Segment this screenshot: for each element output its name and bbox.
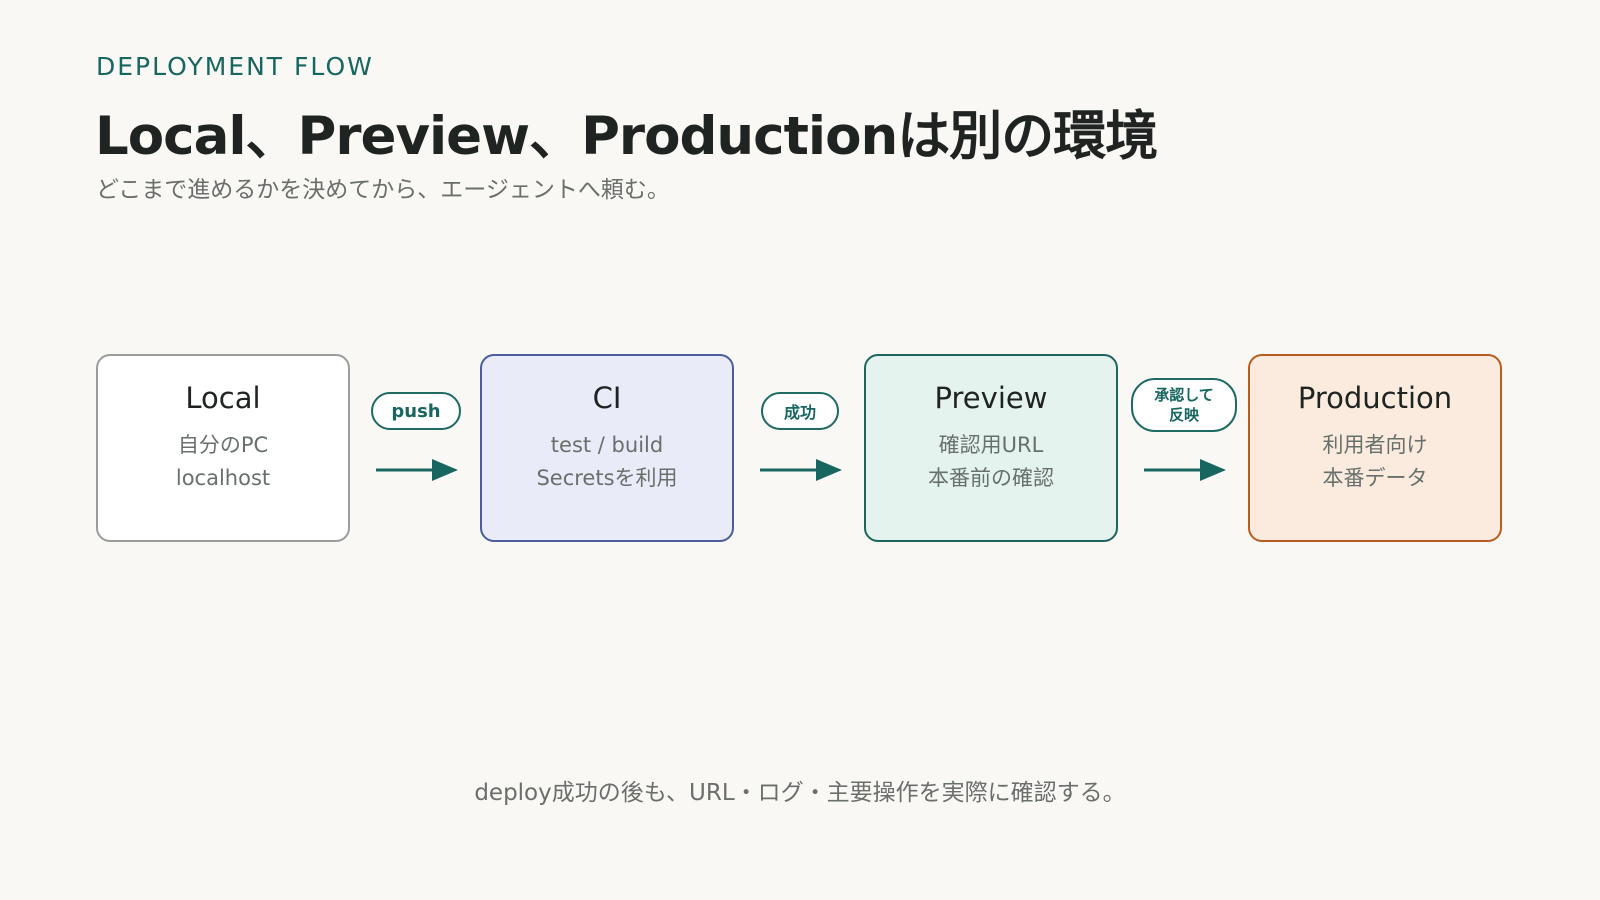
stage-title: CI <box>592 381 622 415</box>
transition-label-approve: 承認して 反映 <box>1131 378 1237 432</box>
stage-title: Local <box>185 381 261 415</box>
stage-detail-line: Secretsを利用 <box>536 466 678 490</box>
arrow-right-icon <box>376 459 458 481</box>
stage-production-box: Production 利用者向け 本番データ <box>1248 354 1502 542</box>
arrow-right-icon <box>760 459 842 481</box>
stage-detail-line: localhost <box>175 466 271 490</box>
stage-detail-line: 利用者向け <box>1322 433 1428 457</box>
transition-label-push: push <box>371 392 461 430</box>
stage-detail-line: 自分のPC <box>177 433 269 457</box>
arrow-right-icon <box>1144 459 1226 481</box>
stage-detail-line: 本番データ <box>1322 466 1428 490</box>
stage-detail-line: test / build <box>550 433 664 457</box>
stage-ci-box: CI test / build Secretsを利用 <box>480 354 734 542</box>
stage-title: Production <box>1297 381 1453 415</box>
stage-preview-box: Preview 確認用URL 本番前の確認 <box>864 354 1118 542</box>
stage-detail-line: 本番前の確認 <box>928 466 1054 490</box>
stage-title: Preview <box>934 381 1048 415</box>
deployment-flow-slide: DEPLOYMENT FLOW Local、Preview、Production… <box>0 0 1600 900</box>
footer-note: deploy成功の後も、URL・ログ・主要操作を実際に確認する。 <box>474 780 1126 806</box>
page-title: Local、Preview、Productionは別の環境 <box>95 106 1158 167</box>
eyebrow-label: DEPLOYMENT FLOW <box>96 52 374 81</box>
transition-label-success: 成功 <box>761 392 839 430</box>
stage-local-box: Local 自分のPC localhost <box>96 354 350 542</box>
page-subtitle: どこまで進めるかを決めてから、エージェントへ頼む。 <box>96 177 670 203</box>
stage-detail-line: 確認用URL <box>938 433 1044 457</box>
